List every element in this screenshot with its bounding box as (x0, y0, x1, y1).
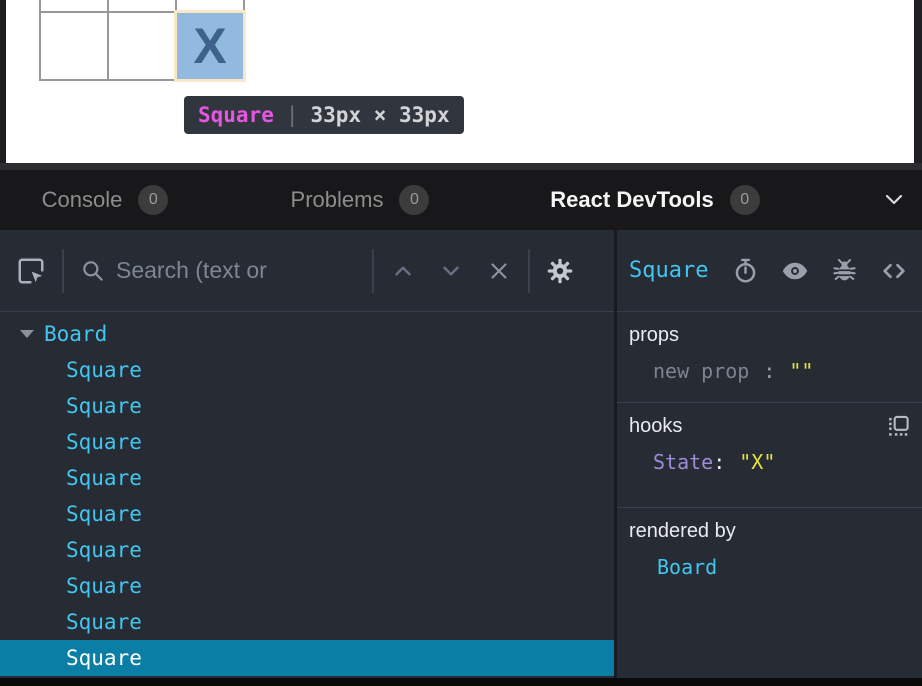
tab-label: React DevTools (550, 187, 713, 213)
board-square[interactable] (177, 0, 243, 11)
hooks-section: hooks (617, 403, 922, 508)
tree-row-square[interactable]: Square (0, 460, 614, 496)
hooks-colon: : (713, 450, 725, 474)
eye-icon[interactable] (781, 257, 809, 285)
devtools-main: Board Square Square Square Square Square Squar… (0, 230, 922, 678)
rendered-by-owner-link[interactable]: Board (629, 555, 910, 579)
tooltip-size: 33px × 33px (311, 103, 450, 127)
search-icon (80, 258, 106, 284)
component-name: Square (66, 466, 142, 490)
board-square[interactable] (41, 0, 107, 11)
selected-component-title: Square (629, 258, 708, 283)
tab-count-badge: 0 (399, 185, 429, 215)
tree-row-square[interactable]: Square (0, 388, 614, 424)
tab-label: Problems (291, 187, 384, 213)
bug-icon[interactable] (831, 257, 858, 284)
toolbar-divider (372, 249, 374, 293)
window-edge-right (914, 0, 922, 163)
rendered-by-section: rendered by Board (617, 508, 922, 678)
tab-label: Console (42, 187, 123, 213)
new-prop-value-input[interactable]: "" (789, 359, 813, 383)
window-edge-left (0, 0, 6, 163)
component-name: Square (66, 610, 142, 634)
tictactoe-board: X (39, 0, 245, 81)
component-name: Board (44, 322, 107, 346)
view-source-code-icon[interactable] (880, 257, 908, 285)
next-result-chevron-down-icon[interactable] (438, 258, 464, 284)
tooltip-component-name: Square (198, 103, 274, 127)
tooltip-divider: | (286, 103, 299, 127)
tree-row-square[interactable]: Square (0, 568, 614, 604)
tree-row-square[interactable]: Square (0, 532, 614, 568)
components-panel: Board Square Square Square Square Square Squar… (0, 230, 614, 678)
tree-row-square[interactable]: Square (0, 424, 614, 460)
disclosure-triangle-icon[interactable] (20, 330, 34, 338)
stopwatch-icon[interactable] (732, 257, 759, 284)
props-header: props (629, 324, 910, 347)
search-input[interactable] (116, 257, 356, 284)
component-name: Square (66, 538, 142, 562)
inspect-element-icon[interactable] (16, 256, 46, 286)
devtools-tab-bar: Console 0 Problems 0 React DevTools 0 (0, 170, 922, 230)
hook-name: State (653, 450, 713, 474)
props-colon: : (763, 359, 775, 383)
panel-collapse-chevron-down-icon[interactable] (884, 194, 904, 206)
settings-gear-icon[interactable] (546, 257, 574, 285)
component-tree: Board Square Square Square Square Square Squar… (0, 312, 614, 678)
bottom-edge-bar (0, 678, 922, 686)
parse-hooks-chip-icon[interactable] (887, 415, 910, 438)
components-toolbar (0, 230, 614, 312)
toolbar-divider (528, 249, 530, 293)
board-square-highlighted[interactable]: X (177, 13, 243, 79)
hooks-header: hooks (629, 415, 682, 438)
board-square[interactable] (109, 13, 175, 79)
hook-state-value[interactable]: "X" (739, 450, 775, 474)
component-name: Square (66, 394, 142, 418)
rendered-by-header: rendered by (629, 520, 910, 543)
tree-row-square[interactable]: Square (0, 604, 614, 640)
inspector-toolbar: Square (617, 230, 922, 312)
new-prop-input[interactable]: new prop (653, 359, 749, 383)
inspector-panel: Square (617, 230, 922, 678)
component-name: Square (66, 646, 142, 670)
tab-problems[interactable]: Problems 0 (210, 170, 510, 230)
props-section: props new prop : "" (617, 312, 922, 403)
square-mark: X (193, 21, 226, 71)
component-name: Square (66, 574, 142, 598)
devtools-top-band (0, 163, 922, 170)
clear-search-icon[interactable] (486, 258, 512, 284)
tab-react-devtools[interactable]: React DevTools 0 (510, 170, 800, 230)
board-square[interactable] (41, 13, 107, 79)
tree-row-square[interactable]: Square (0, 496, 614, 532)
board-square[interactable] (109, 0, 175, 11)
inspect-overlay-tooltip: Square | 33px × 33px (184, 96, 464, 134)
tab-count-badge: 0 (730, 185, 760, 215)
tab-count-badge: 0 (138, 185, 168, 215)
prev-result-chevron-up-icon[interactable] (390, 258, 416, 284)
component-name: Square (66, 358, 142, 382)
component-name: Square (66, 430, 142, 454)
page-viewport: X Square | 33px × 33px (0, 0, 922, 163)
tree-row-square[interactable]: Square (0, 352, 614, 388)
tree-row-board[interactable]: Board (0, 316, 614, 352)
toolbar-divider (62, 249, 64, 293)
screen: X Square | 33px × 33px Console 0 Problems 0… (0, 0, 922, 686)
component-name: Square (66, 502, 142, 526)
tree-row-square[interactable]: Square (0, 640, 614, 676)
tab-console[interactable]: Console 0 (0, 170, 210, 230)
